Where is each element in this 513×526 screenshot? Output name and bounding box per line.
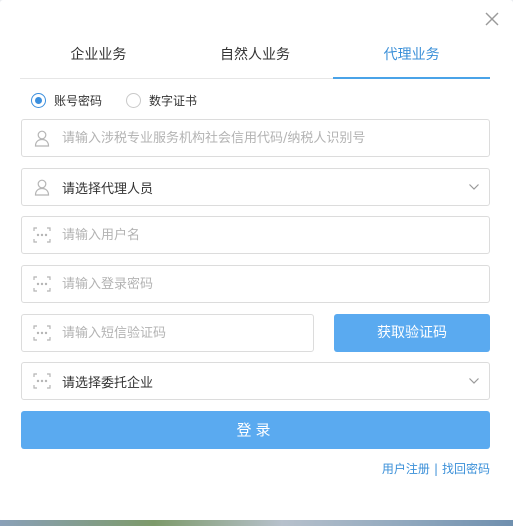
radio-label: 账号密码 <box>54 93 103 108</box>
business-tabs: 企业业务 自然人业务 代理业务 <box>20 36 490 79</box>
radio-label: 数字证书 <box>149 93 198 108</box>
user-icon <box>22 169 62 205</box>
password-input[interactable] <box>62 266 489 302</box>
tab-enterprise[interactable]: 企业业务 <box>20 36 177 78</box>
tab-individual[interactable]: 自然人业务 <box>177 36 334 78</box>
sms-code-field[interactable] <box>21 314 314 352</box>
login-dialog: 企业业务 自然人业务 代理业务 账号密码 数字证书 请输入涉税专业服务机构社会信… <box>0 0 513 522</box>
register-link[interactable]: 用户注册 <box>382 462 430 476</box>
login-method-radio-group: 账号密码 数字证书 <box>31 90 221 110</box>
client-company-value: 请选择委托企业 <box>62 375 154 391</box>
password-dots-icon <box>22 266 62 302</box>
password-dots-icon <box>22 363 62 399</box>
credit-code-field[interactable] <box>21 119 490 157</box>
agent-person-value: 请选择代理人员 <box>62 181 154 197</box>
radio-checked-indicator[interactable] <box>31 92 46 108</box>
radio-account-password[interactable]: 账号密码 <box>31 92 102 109</box>
login-button[interactable]: 登录 <box>21 411 490 449</box>
chevron-down-icon[interactable] <box>459 183 489 191</box>
get-code-button[interactable]: 获取验证码 <box>334 314 490 352</box>
background-strip <box>0 520 513 526</box>
sms-code-input[interactable] <box>62 315 313 351</box>
password-dots-icon <box>22 315 62 351</box>
footer-links: 用户注册 | 找回密码 <box>382 460 490 477</box>
agent-person-select[interactable]: 请选择代理人员 <box>21 168 490 206</box>
user-icon <box>22 120 62 156</box>
chevron-down-icon[interactable] <box>459 377 489 385</box>
password-dots-icon <box>22 217 62 253</box>
username-input[interactable] <box>62 217 489 253</box>
credit-code-input[interactable] <box>62 120 489 156</box>
close-icon[interactable] <box>483 10 501 28</box>
username-field[interactable] <box>21 216 490 254</box>
client-company-select[interactable]: 请选择委托企业 <box>21 362 490 400</box>
link-separator: | <box>433 462 438 476</box>
radio-digital-certificate[interactable]: 数字证书 <box>126 92 197 109</box>
password-field[interactable] <box>21 265 490 303</box>
retrieve-password-link[interactable]: 找回密码 <box>442 462 490 476</box>
tab-agent[interactable]: 代理业务 <box>333 36 490 79</box>
radio-unchecked-indicator[interactable] <box>126 92 142 108</box>
